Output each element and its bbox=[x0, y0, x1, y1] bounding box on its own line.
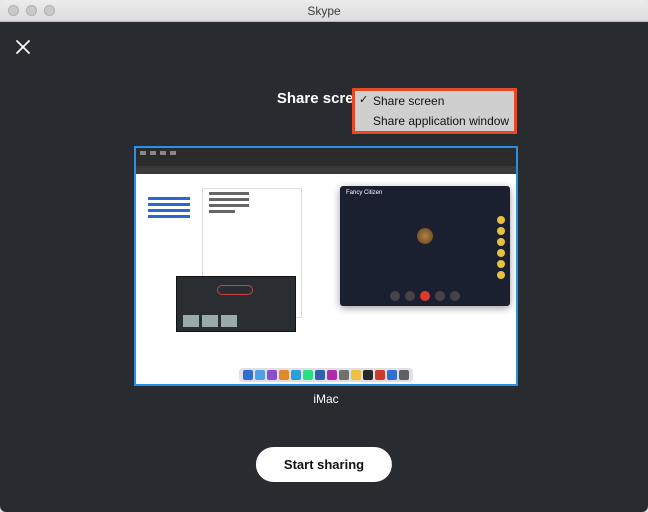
window-controls bbox=[8, 5, 55, 16]
preview-browser: Fancy Citizen bbox=[136, 158, 516, 358]
traffic-light-close[interactable] bbox=[8, 5, 19, 16]
dock-icon bbox=[375, 370, 385, 380]
dropdown-option-label: Share screen bbox=[373, 94, 444, 108]
dock-icon bbox=[279, 370, 289, 380]
start-sharing-label: Start sharing bbox=[284, 457, 364, 472]
preview-menubar bbox=[136, 148, 516, 158]
close-button[interactable] bbox=[14, 38, 32, 56]
dropdown-option-label: Share application window bbox=[373, 114, 509, 128]
share-mode-dropdown[interactable]: Share screen Share application window bbox=[352, 88, 517, 134]
screen-preview[interactable]: Fancy Citizen bbox=[134, 146, 518, 386]
dock-icon bbox=[387, 370, 397, 380]
dock-icon bbox=[243, 370, 253, 380]
preview-mini-window bbox=[176, 276, 296, 332]
dock-icon bbox=[291, 370, 301, 380]
titlebar: Skype bbox=[0, 0, 648, 22]
window-title: Skype bbox=[0, 4, 648, 18]
call-name: Fancy Citizen bbox=[340, 186, 510, 200]
avatar bbox=[417, 228, 433, 244]
dock-icon bbox=[255, 370, 265, 380]
preview-dock bbox=[239, 368, 413, 382]
dock-icon bbox=[363, 370, 373, 380]
app-window: Skype Share screen Share screen Share ap… bbox=[0, 0, 648, 512]
dock-icon bbox=[399, 370, 409, 380]
dropdown-option-share-app-window[interactable]: Share application window bbox=[355, 111, 514, 131]
dropdown-option-share-screen[interactable]: Share screen bbox=[355, 91, 514, 111]
dock-icon bbox=[327, 370, 337, 380]
preview-label: iMac bbox=[134, 392, 518, 406]
share-heading: Share screen bbox=[0, 90, 648, 107]
dock-icon bbox=[315, 370, 325, 380]
traffic-light-minimize[interactable] bbox=[26, 5, 37, 16]
dock-icon bbox=[351, 370, 361, 380]
preview-call-overlay: Fancy Citizen bbox=[340, 186, 510, 306]
dock-icon bbox=[267, 370, 277, 380]
screen-preview-wrap: Fancy Citizen i bbox=[134, 146, 518, 406]
share-screen-panel: Share screen Share screen Share applicat… bbox=[0, 22, 648, 512]
traffic-light-zoom[interactable] bbox=[44, 5, 55, 16]
dock-icon bbox=[339, 370, 349, 380]
close-icon bbox=[14, 38, 32, 56]
start-sharing-button[interactable]: Start sharing bbox=[256, 447, 392, 482]
preview-document bbox=[144, 184, 334, 364]
dock-icon bbox=[303, 370, 313, 380]
